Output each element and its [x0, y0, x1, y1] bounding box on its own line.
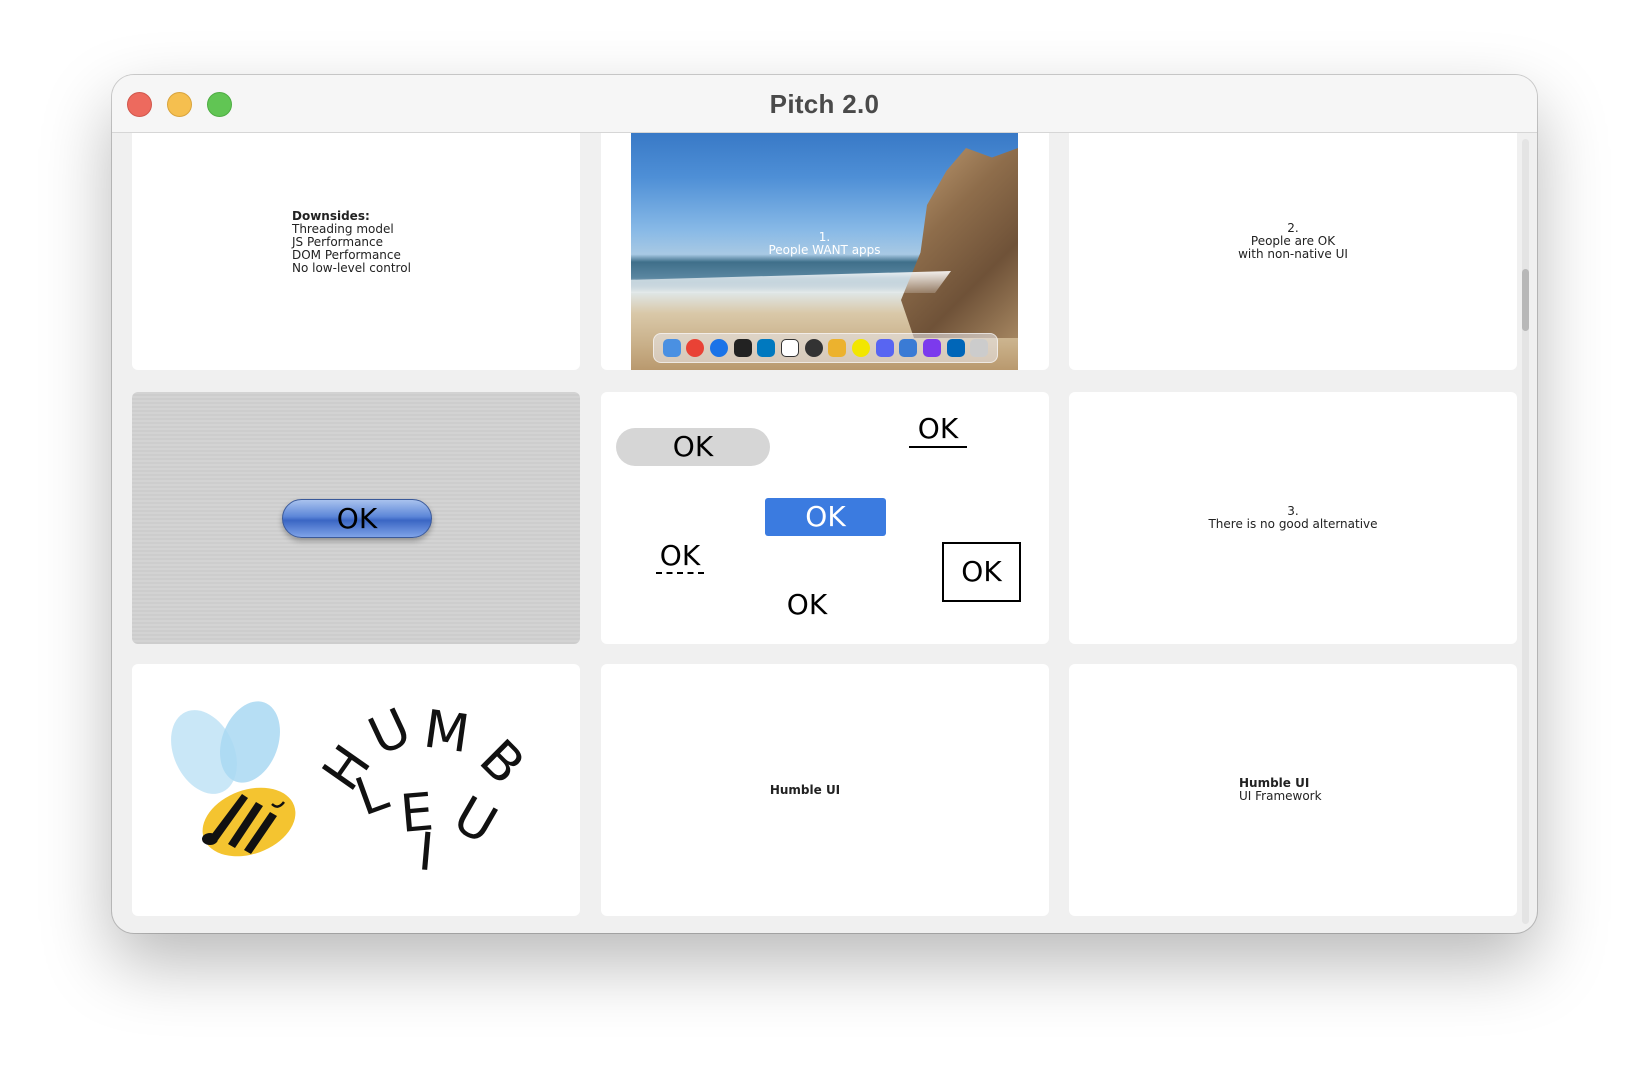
slide-humble-ui-framework[interactable]: Humble UI UI Framework [1069, 664, 1517, 916]
beach-photo: 1. People WANT apps [631, 133, 1018, 370]
bee-icon [171, 701, 296, 857]
ok-boxed-button[interactable]: OK [942, 542, 1021, 602]
globe-icon [804, 339, 823, 357]
ok-dashed-button[interactable]: OK [656, 540, 704, 574]
humble-ui-lettering: H U M B L E U I [311, 697, 535, 883]
obsidian-icon [922, 339, 941, 357]
dock [653, 333, 998, 363]
ok-blue-button[interactable]: OK [765, 498, 886, 536]
slide-text: People WANT apps [768, 243, 881, 257]
slide-non-native-ui[interactable]: 2. People are OK with non-native UI [1069, 133, 1517, 370]
logo-letter: U [360, 697, 420, 767]
figma-icon [733, 339, 752, 357]
slide-text: There is no good alternative [1208, 517, 1378, 531]
app-window: Pitch 2.0 Downsides: Threading model JS … [112, 75, 1537, 933]
slide-downsides[interactable]: Downsides: Threading model JS Performanc… [132, 133, 580, 370]
non-native-text: 2. People are OK with non-native UI [1069, 222, 1517, 261]
slide-ok-variants[interactable]: OK OK OK OK OK OK [601, 392, 1049, 644]
ok-plain-button[interactable]: OK [777, 588, 837, 622]
trello-icon [757, 339, 776, 357]
humble-framework-text: Humble UI UI Framework [1239, 777, 1322, 803]
chrome-icon [686, 339, 705, 357]
finder-icon [662, 339, 681, 357]
slide-people-want-apps[interactable]: 1. People WANT apps [601, 133, 1049, 370]
surf-foam [631, 271, 951, 293]
logo-letter: B [468, 729, 536, 797]
no-alternative-text: 3. There is no good alternative [1069, 505, 1517, 531]
logo-letter: M [420, 699, 473, 765]
scrollbar-thumb[interactable] [1522, 269, 1529, 331]
aqua-ok-button[interactable]: OK [282, 499, 432, 538]
notion-icon [781, 339, 800, 357]
slack-icon [828, 339, 847, 357]
trash-icon [970, 339, 989, 357]
logo-letter: U [444, 785, 507, 856]
beach-caption: 1. People WANT apps [631, 231, 1018, 257]
ok-underline-button[interactable]: OK [909, 412, 967, 448]
slide-no-alternative[interactable]: 3. There is no good alternative [1069, 392, 1517, 644]
scrollbar-track[interactable] [1522, 139, 1529, 924]
humble-logo-graphic: H U M B L E U I [171, 697, 535, 883]
vscode-icon [946, 339, 965, 357]
humble-framework-subtitle: UI Framework [1239, 789, 1322, 803]
title-bar[interactable]: Pitch 2.0 [112, 75, 1537, 133]
discord-icon [875, 339, 894, 357]
signal-icon [899, 339, 918, 357]
slide-aqua-button[interactable]: OK [132, 392, 580, 644]
downsides-line: No low-level control [292, 261, 411, 275]
slide-humble-ui-title[interactable]: Humble UI [601, 664, 1049, 916]
window-title: Pitch 2.0 [769, 89, 880, 119]
chat-icon [851, 339, 870, 357]
slide-humble-logo[interactable]: H U M B L E U I [132, 664, 580, 916]
slide-text-line: with non-native UI [1238, 247, 1348, 261]
slide-grid: Downsides: Threading model JS Performanc… [112, 133, 1537, 933]
password-icon [710, 339, 729, 357]
humble-ui-title: Humble UI [769, 783, 841, 797]
downsides-text: Downsides: Threading model JS Performanc… [292, 210, 411, 275]
ok-pill-button[interactable]: OK [616, 428, 770, 466]
